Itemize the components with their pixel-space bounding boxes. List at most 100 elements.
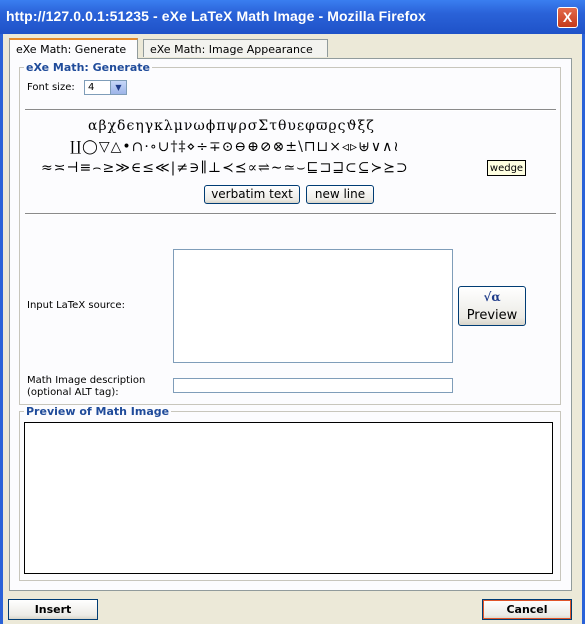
symbol-button[interactable]: λ [164,118,173,134]
symbol-button[interactable]: φ [305,118,315,134]
symbol-button[interactable]: ⊔ [317,139,329,155]
insert-button[interactable]: Insert [8,599,98,620]
symbol-button[interactable]: Σ [258,118,268,134]
symbol-button[interactable]: ⊆ [358,160,370,176]
symbol-button[interactable]: ⊃ [396,160,408,176]
tab-image-appearance[interactable]: eXe Math: Image Appearance [143,39,328,57]
symbol-button[interactable]: ≫ [115,160,130,176]
symbol-button[interactable]: ∈ [131,160,141,176]
symbol-button[interactable]: ∘ [150,139,157,155]
symbol-button[interactable]: · [144,139,148,155]
symbol-button[interactable]: ⊣ [66,160,78,176]
symbol-button[interactable]: ⪰ [383,160,395,176]
symbol-button[interactable]: μ [174,118,183,134]
symbol-button[interactable]: ∋ [189,160,199,176]
symbol-button[interactable]: ∩ [132,139,144,155]
symbol-button[interactable]: θ [278,118,286,134]
symbol-button[interactable]: ν [184,118,193,134]
symbol-button[interactable]: ≍ [54,160,66,176]
symbol-button[interactable]: ⊘ [260,139,272,155]
symbol-button[interactable]: ⌣ [296,160,305,176]
symbol-button[interactable]: χ [108,118,116,134]
symbol-button[interactable]: ∧ [382,139,392,155]
symbol-button[interactable]: ≪ [155,160,170,176]
latex-source-input[interactable] [173,249,453,363]
symbol-button[interactable]: α [88,118,97,134]
symbol-button[interactable]: ⊖ [234,139,246,155]
symbol-button[interactable]: † [170,139,177,155]
symbol-button[interactable]: ε [297,118,304,134]
symbol-button[interactable]: κ [154,118,163,134]
symbol-button[interactable]: ρ [239,118,247,134]
symbol-button[interactable]: ÷ [196,139,208,155]
symbol-button[interactable]: β [98,118,106,134]
close-icon[interactable]: X [558,8,577,27]
symbol-button[interactable]: ξ [358,118,366,134]
new-line-button[interactable]: new line [306,185,374,204]
cancel-button[interactable]: Cancel [482,599,572,620]
symbol-button[interactable]: ψ [227,118,238,134]
symbol-button[interactable]: ⊂ [345,160,357,176]
symbol-button[interactable]: ∓ [209,139,221,155]
symbol-button[interactable]: ⊙ [222,139,234,155]
symbol-button[interactable]: ≠ [176,160,188,176]
symbol-button[interactable]: ± [285,139,297,155]
symbol-button[interactable]: ∝ [248,160,257,176]
symbol-button[interactable]: ⊗ [273,139,285,155]
symbol-button[interactable]: ∪ [158,139,170,155]
symbol-button[interactable]: ≥ [102,160,114,176]
symbol-button[interactable]: ‡ [178,139,185,155]
symbol-button[interactable]: ≻ [371,160,383,176]
tab-generate[interactable]: eXe Math: Generate [9,38,138,59]
symbol-button[interactable]: σ [248,118,258,134]
symbol-button[interactable]: ≤ [142,160,154,176]
verbatim-text-button[interactable]: verbatim text [204,185,300,204]
window-close-button[interactable]: X [557,7,578,28]
symbol-button[interactable]: ⊒ [332,160,344,176]
symbol-button[interactable]: ∼ [271,160,283,176]
symbol-button[interactable]: ≺ [222,160,234,176]
symbol-button[interactable]: ⇌ [258,160,270,176]
symbol-button[interactable]: ⊐ [319,160,331,176]
symbol-button[interactable]: △ [111,139,122,155]
symbol-button[interactable]: ς [338,118,346,134]
symbol-button[interactable]: ≡ [80,160,92,176]
symbol-button[interactable]: γ [145,118,153,134]
symbol-button[interactable]: ▽ [99,139,110,155]
symbol-button[interactable]: ϱ [328,118,336,134]
symbol-button[interactable]: ϕ [206,118,216,134]
symbol-button[interactable]: × [329,139,341,155]
symbol-button[interactable]: ⊕ [247,139,259,155]
symbol-button[interactable]: ⊎ [358,139,370,155]
symbol-button[interactable]: ϖ [316,118,327,134]
symbol-button[interactable]: ϵ [126,118,134,134]
symbol-button[interactable]: ◯ [82,139,98,155]
symbol-button[interactable]: ∐ [70,139,81,155]
symbol-button[interactable]: ≃ [284,160,296,176]
symbol-button[interactable]: π [216,118,225,134]
symbol-button[interactable]: ⊓ [304,139,316,155]
symbol-button[interactable]: ▹ [350,139,357,155]
symbol-button[interactable]: υ [287,118,296,134]
symbol-button[interactable]: η [135,118,143,134]
description-field[interactable] [173,378,453,393]
chevron-down-icon[interactable]: ▼ [110,81,126,94]
symbol-button[interactable]: ⌢ [92,160,101,176]
symbol-button[interactable]: ∨ [371,139,381,155]
symbol-button[interactable]: | [171,160,176,176]
symbol-button[interactable]: ⪯ [235,160,247,176]
symbol-button[interactable]: ≈ [41,160,53,176]
symbol-button[interactable]: ⊥ [208,160,221,176]
symbol-button[interactable]: ω [193,118,204,134]
symbol-button[interactable]: ∥ [200,160,206,176]
symbol-button[interactable]: ϑ [346,118,356,134]
symbol-button[interactable]: ζ [366,118,374,134]
symbol-button[interactable]: τ [269,118,277,134]
symbol-button[interactable]: ⊑ [306,160,318,176]
symbol-button[interactable]: • [122,139,130,155]
symbol-button[interactable]: ⋄ [186,139,195,155]
symbol-button[interactable]: ◃ [342,139,349,155]
font-size-select[interactable]: 4 ▼ [84,80,127,95]
symbol-button[interactable]: ≀ [393,139,398,155]
preview-button[interactable]: √α Preview [458,286,526,326]
